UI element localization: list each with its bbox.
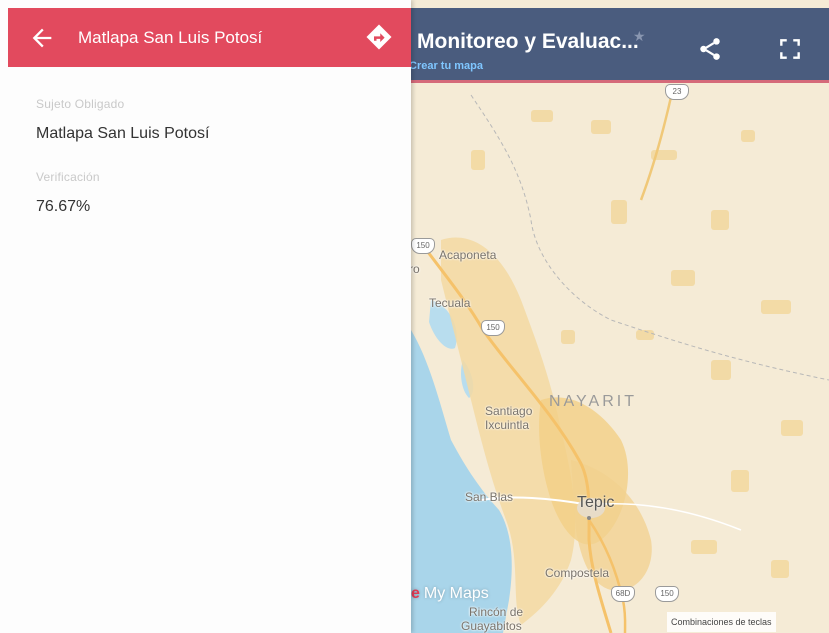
- keyboard-shortcuts-link[interactable]: Combinaciones de teclas: [667, 612, 776, 632]
- panel-title: Matlapa San Luis Potosí: [78, 28, 263, 47]
- fullscreen-icon: [780, 39, 800, 59]
- field-value-verificacion: 76.67%: [36, 198, 91, 215]
- place-label-compostela: Compostela: [545, 566, 610, 580]
- share-icon: [700, 38, 720, 60]
- back-button[interactable]: [28, 24, 56, 52]
- map-view[interactable]: ro Acaponeta Tecuala Santiago Ixcuintla …: [411, 0, 829, 633]
- city-label-tepic: Tepic: [577, 494, 615, 511]
- info-panel: Matlapa San Luis Potosí Sujeto Obligado …: [0, 0, 411, 633]
- place-label-guayabitos: Guayabitos: [461, 619, 522, 633]
- place-label-partial: ro: [411, 262, 420, 276]
- maps-pin-icon: e: [411, 585, 420, 602]
- highway-shield: 150: [655, 586, 679, 602]
- state-label: NAYARIT: [549, 393, 637, 410]
- my-maps-logo-text: My Maps: [423, 585, 489, 602]
- place-label-rincon: Rincón de: [469, 605, 524, 619]
- map-canvas[interactable]: [411, 0, 829, 633]
- highway-shield: 23: [665, 84, 689, 100]
- my-maps-logo: e My Maps: [411, 585, 489, 603]
- place-label-santiago: Santiago: [485, 404, 533, 418]
- panel-header: Matlapa San Luis Potosí: [8, 8, 411, 67]
- field-value-sujeto: Matlapa San Luis Potosí: [36, 125, 210, 142]
- field-label-verificacion: Verificación: [36, 170, 100, 184]
- place-label-ixcuintla: Ixcuintla: [485, 418, 530, 432]
- arrow-left-icon: [32, 28, 52, 48]
- city-marker: [587, 516, 591, 520]
- place-label-san-blas: San Blas: [465, 490, 514, 504]
- directions-button[interactable]: [364, 22, 394, 52]
- map-header: Monitoreo y Evaluac... ★ Crear tu mapa: [411, 8, 829, 83]
- map-title: Monitoreo y Evaluac...: [417, 30, 639, 53]
- fullscreen-button[interactable]: [777, 36, 803, 62]
- highway-shield: 150: [411, 238, 435, 254]
- field-label-sujeto: Sujeto Obligado: [36, 97, 125, 111]
- highway-shield: 68D: [611, 586, 635, 602]
- place-label-tecuala: Tecuala: [429, 296, 471, 310]
- star-icon[interactable]: ★: [633, 28, 646, 45]
- place-label-acaponeta: Acaponeta: [439, 248, 497, 262]
- create-map-link[interactable]: Crear tu mapa: [411, 60, 483, 72]
- highway-shield: 150: [481, 320, 505, 336]
- directions-icon: [366, 24, 392, 50]
- share-button[interactable]: [697, 36, 723, 62]
